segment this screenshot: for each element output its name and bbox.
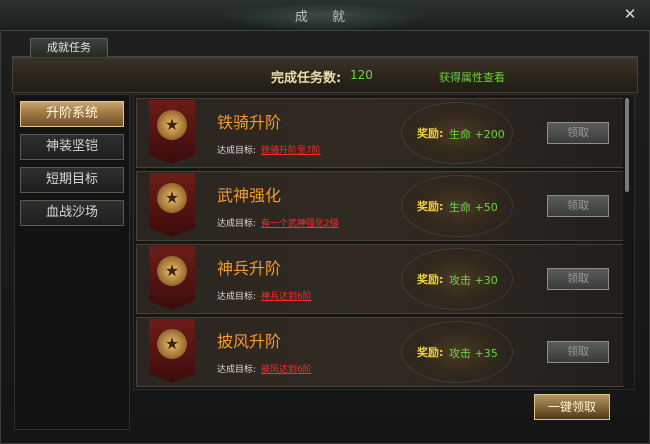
summary-bar: 完成任务数: 120 获得属性查看	[12, 57, 638, 93]
task-row: ★ 神兵升阶 达成目标: 神兵达到6阶 奖励: 攻击 +30 领取	[136, 244, 624, 314]
star-medal-icon: ★	[157, 183, 187, 213]
goal-link[interactable]: 神兵达到6阶	[261, 289, 312, 302]
task-medal: ★	[149, 319, 195, 383]
task-medal: ★	[149, 100, 195, 164]
scrollbar-thumb[interactable]	[625, 98, 629, 192]
reward-label: 奖励:	[417, 346, 444, 359]
task-row: ★ 披风升阶 达成目标: 披风达到6阶 奖励: 攻击 +35 领取	[136, 317, 624, 387]
sidebar-item-armor[interactable]: 神装坚铠	[20, 134, 124, 160]
star-medal-icon: ★	[157, 329, 187, 359]
goal-link[interactable]: 铁骑升阶至7阶	[261, 143, 321, 156]
sidebar-item-short-term[interactable]: 短期目标	[20, 167, 124, 193]
task-title: 神兵升阶	[217, 259, 282, 278]
task-row: ★ 武神强化 达成目标: 有一个武神强化2级 奖励: 生命 +50 领取	[136, 171, 624, 241]
goal-link[interactable]: 有一个武神强化2级	[261, 216, 339, 229]
goal-label: 达成目标:	[217, 365, 257, 375]
claim-button[interactable]: 领取	[547, 268, 609, 290]
task-medal: ★	[149, 246, 195, 310]
tab-bar: 成就任务	[12, 38, 638, 57]
claim-button[interactable]: 领取	[547, 122, 609, 144]
reward-label: 奖励:	[417, 273, 444, 286]
close-icon[interactable]: ✕	[622, 6, 638, 22]
completed-count-value: 120	[350, 68, 373, 82]
task-medal: ★	[149, 173, 195, 237]
task-title: 武神强化	[217, 186, 282, 205]
window-title: 成 就	[294, 10, 356, 25]
task-title: 披风升阶	[217, 332, 282, 351]
view-attributes-link[interactable]: 获得属性查看	[439, 69, 505, 85]
reward-value: 生命 +200	[449, 128, 505, 141]
reward-label: 奖励:	[417, 127, 444, 140]
title-bar: 成 就 ✕	[0, 0, 650, 31]
task-title: 铁骑升阶	[217, 113, 282, 132]
claim-all-button[interactable]: 一键领取	[534, 394, 610, 420]
reward-value: 攻击 +35	[449, 347, 498, 360]
star-medal-icon: ★	[157, 256, 187, 286]
goal-label: 达成目标:	[217, 219, 257, 229]
completed-count-label: 完成任务数:	[271, 71, 342, 86]
task-row: ★ 铁骑升阶 达成目标: 铁骑升阶至7阶 奖励: 生命 +200 领取	[136, 98, 624, 168]
sidebar-item-battlefield[interactable]: 血战沙场	[20, 200, 124, 226]
tab-achievement-tasks[interactable]: 成就任务	[30, 38, 108, 57]
reward-label: 奖励:	[417, 200, 444, 213]
claim-button[interactable]: 领取	[547, 341, 609, 363]
reward-value: 生命 +50	[449, 201, 498, 214]
claim-button[interactable]: 领取	[547, 195, 609, 217]
goal-label: 达成目标:	[217, 146, 257, 156]
achievement-window: 成 就 ✕ 成就任务 完成任务数: 120 获得属性查看 升阶系统 神装坚铠 短…	[0, 0, 650, 444]
task-list: ★ 铁骑升阶 达成目标: 铁骑升阶至7阶 奖励: 生命 +200 领取 ★ 武神…	[133, 94, 635, 390]
category-sidebar: 升阶系统 神装坚铠 短期目标 血战沙场	[14, 94, 130, 430]
sidebar-item-upgrade[interactable]: 升阶系统	[20, 101, 124, 127]
goal-link[interactable]: 披风达到6阶	[261, 362, 312, 375]
reward-value: 攻击 +30	[449, 274, 498, 287]
goal-label: 达成目标:	[217, 292, 257, 302]
star-medal-icon: ★	[157, 110, 187, 140]
